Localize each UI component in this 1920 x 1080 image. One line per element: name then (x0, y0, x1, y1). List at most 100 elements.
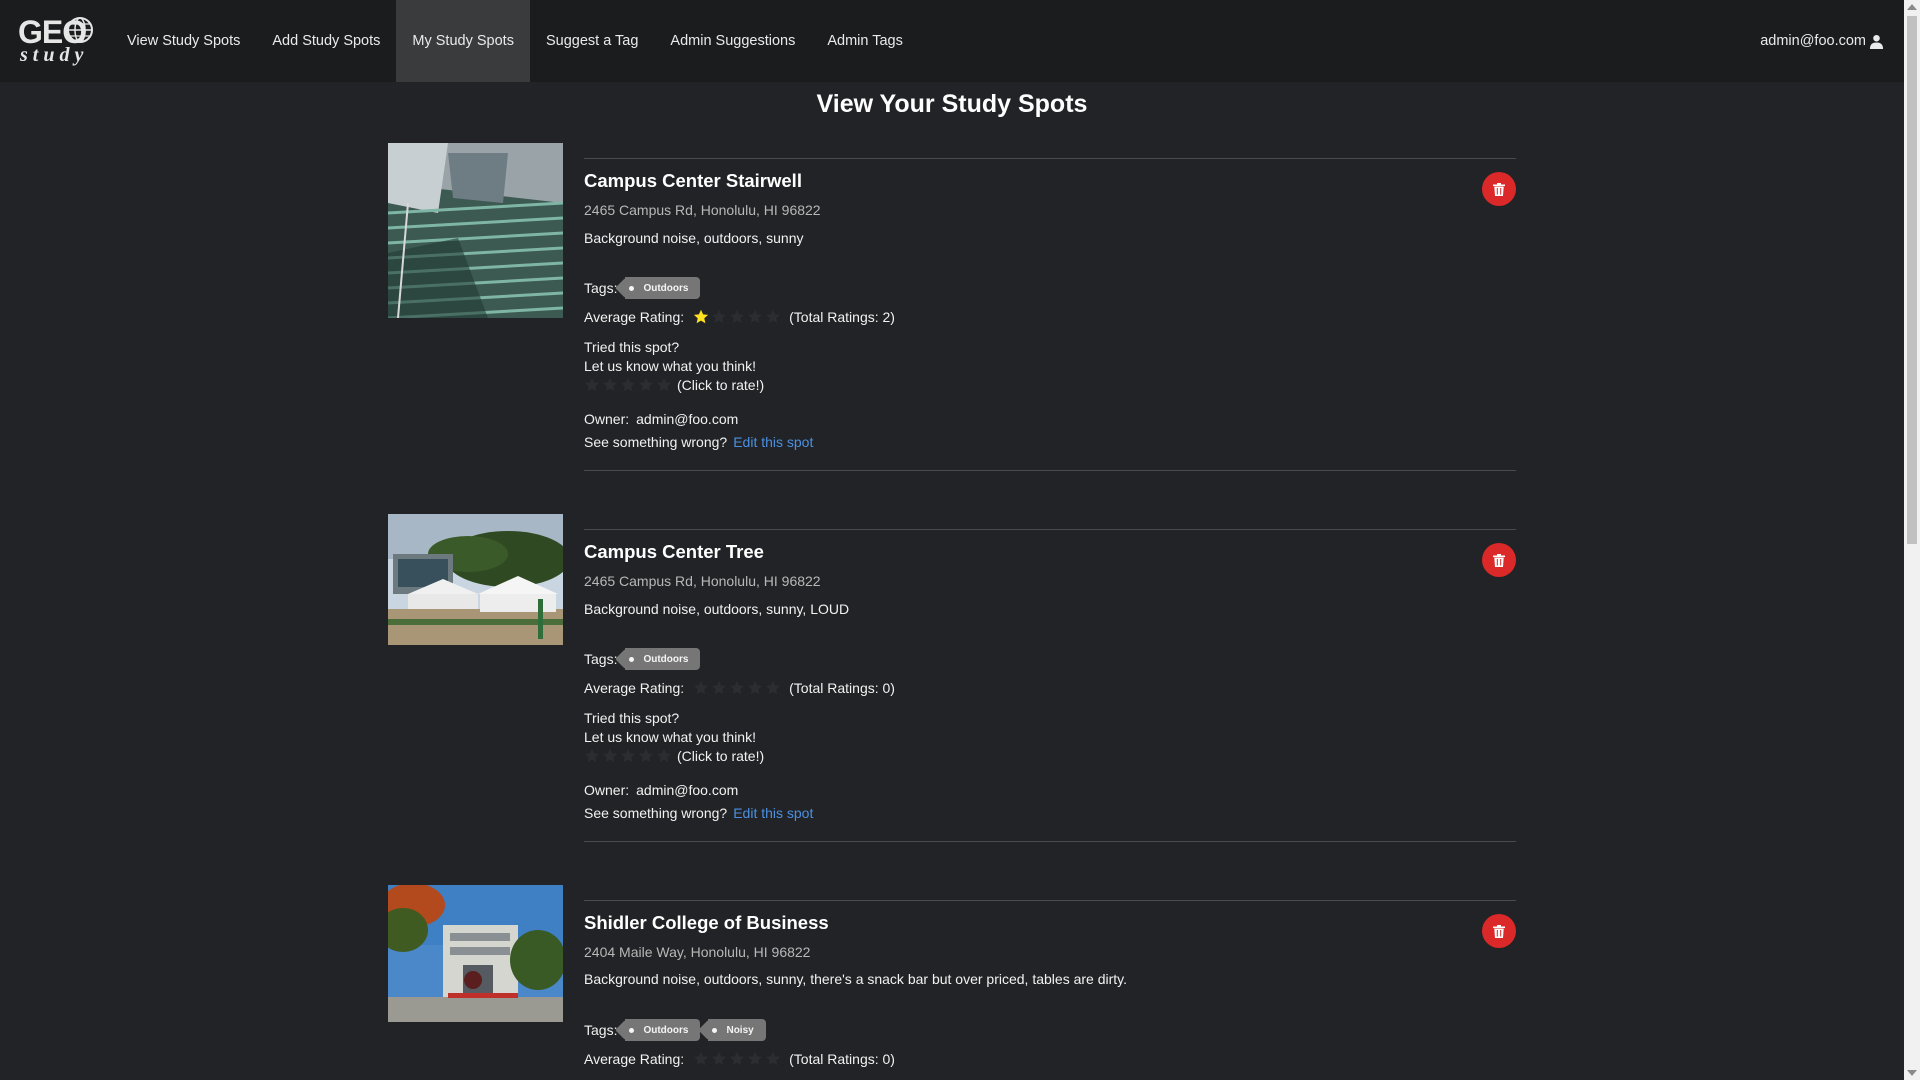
average-rating-label: Average Rating: (584, 680, 685, 696)
tags-label: Tags: (584, 280, 618, 296)
average-rating-row: Average Rating: (Total Ratings: 0) (584, 1051, 895, 1067)
rate-star-icon[interactable] (620, 748, 636, 764)
star-empty-icon (748, 1051, 763, 1066)
tag-label[interactable]: Outdoors (625, 1019, 701, 1041)
tag-label[interactable]: Outdoors (625, 648, 701, 670)
study-spot-card: Shidler College of Business 2404 Maile W… (388, 885, 1516, 1080)
spot-content: Campus Center Stairwell 2465 Campus Rd, … (584, 143, 1516, 473)
spot-content: Campus Center Tree 2465 Campus Rd, Honol… (584, 514, 1516, 844)
spot-name: Campus Center Stairwell (584, 170, 802, 191)
page-title: View Your Study Spots (816, 90, 1088, 118)
star-filled-icon (694, 309, 709, 324)
nav-view-study-spots[interactable]: View Study Spots (111, 0, 256, 82)
spot-tags-row: Tags: Outdoors (584, 648, 701, 670)
nav-admin-suggestions[interactable]: Admin Suggestions (654, 0, 811, 82)
spot-description: Background noise, outdoors, sunny, there… (584, 971, 1128, 987)
star-empty-icon (694, 1051, 709, 1066)
tag-label[interactable]: Outdoors (625, 277, 701, 299)
spot-photo-building (388, 885, 563, 1022)
let-us-know-text: Let us know what you think! (584, 729, 756, 745)
delete-spot-button[interactable] (1482, 172, 1516, 206)
trash-icon (1493, 924, 1505, 938)
owner-label: Owner: (584, 782, 630, 798)
spot-photo-tree (388, 514, 563, 645)
scrollbar-thumb[interactable] (1907, 16, 1917, 544)
tags-label: Tags: (584, 1022, 618, 1038)
nav-my-study-spots[interactable]: My Study Spots (396, 0, 530, 82)
star-empty-icon (712, 680, 727, 695)
spot-content: Shidler College of Business 2404 Maile W… (584, 885, 1516, 1080)
spot-description: Background noise, outdoors, sunny, LOUD (584, 601, 850, 617)
trash-icon (1493, 182, 1505, 196)
nav-add-study-spots[interactable]: Add Study Spots (256, 0, 396, 82)
globe-icon (67, 17, 93, 43)
tag-label[interactable]: Noisy (708, 1019, 766, 1041)
owner-row: Owner: admin@foo.com (584, 411, 738, 427)
user-email: admin@foo.com (1760, 33, 1866, 49)
rate-star-icon[interactable] (656, 377, 672, 393)
owner-label: Owner: (584, 411, 630, 427)
nav-admin-tags[interactable]: Admin Tags (811, 0, 919, 82)
star-empty-icon (712, 309, 727, 324)
owner-row: Owner: admin@foo.com (584, 782, 738, 798)
average-rating-stars (693, 680, 781, 696)
edit-spot-link[interactable]: Edit this spot (733, 805, 813, 821)
average-rating-row: Average Rating: (Total Ratings: 0) (584, 680, 895, 696)
rate-row: (Click to rate!) (584, 748, 764, 764)
edit-spot-link[interactable]: Edit this spot (733, 434, 813, 450)
edit-row: See something wrong? Edit this spot (584, 434, 813, 450)
scroll-down-arrow-icon[interactable] (1907, 1070, 1917, 1076)
star-empty-icon (694, 680, 709, 695)
spot-address: 2465 Campus Rd, Honolulu, HI 96822 (584, 573, 821, 589)
study-spot-card: Campus Center Tree 2465 Campus Rd, Honol… (388, 514, 1516, 844)
page-scrollbar[interactable] (1904, 0, 1920, 1080)
scroll-up-arrow-icon[interactable] (1907, 4, 1917, 10)
star-empty-icon (766, 1051, 781, 1066)
spot-divider (584, 841, 1516, 842)
average-rating-row: Average Rating: (Total Ratings: 2) (584, 309, 895, 325)
spot-description: Background noise, outdoors, sunny (584, 230, 804, 246)
average-rating-label: Average Rating: (584, 1051, 685, 1067)
total-ratings-count: (Total Ratings: 2) (789, 309, 895, 325)
average-rating-stars (693, 309, 781, 325)
average-rating-stars (693, 1051, 781, 1067)
star-empty-icon (730, 680, 745, 695)
rate-star-icon[interactable] (602, 377, 618, 393)
total-ratings-count: (Total Ratings: 0) (789, 680, 895, 696)
tags-label: Tags: (584, 651, 618, 667)
user-dropdown[interactable]: admin@foo.com (1760, 0, 1884, 82)
click-to-rate-text: (Click to rate!) (677, 748, 765, 764)
tried-this-spot-text: Tried this spot? (584, 339, 680, 355)
spot-address: 2404 Maile Way, Honolulu, HI 96822 (584, 944, 811, 960)
star-empty-icon (748, 680, 763, 695)
rate-star-icon[interactable] (620, 377, 636, 393)
see-something-wrong-text: See something wrong? (584, 805, 728, 821)
rate-star-icon[interactable] (638, 377, 654, 393)
nav-suggest-a-tag[interactable]: Suggest a Tag (530, 0, 654, 82)
spot-tags-row: Tags: Outdoors (584, 277, 701, 299)
rate-star-icon[interactable] (602, 748, 618, 764)
rate-star-icon[interactable] (584, 377, 600, 393)
rate-stars-input[interactable] (584, 748, 672, 764)
rate-star-icon[interactable] (638, 748, 654, 764)
rate-star-icon[interactable] (656, 748, 672, 764)
geostudy-logo[interactable]: GEO study (18, 14, 94, 68)
delete-spot-button[interactable] (1482, 914, 1516, 948)
delete-spot-button[interactable] (1482, 543, 1516, 577)
rate-star-icon[interactable] (584, 748, 600, 764)
owner-email: admin@foo.com (636, 782, 739, 798)
see-something-wrong-text: See something wrong? (584, 434, 728, 450)
user-icon (1869, 34, 1884, 49)
let-us-know-text: Let us know what you think! (584, 358, 756, 374)
nav-menu: View Study Spots Add Study Spots My Stud… (111, 0, 919, 82)
rate-stars-input[interactable] (584, 377, 672, 393)
spot-tags-row: Tags: Outdoors Noisy (584, 1019, 766, 1041)
top-navbar: GEO study View Study Spots Add Study Spo… (0, 0, 1904, 82)
tried-this-spot-text: Tried this spot? (584, 710, 680, 726)
star-empty-icon (766, 680, 781, 695)
star-empty-icon (766, 309, 781, 324)
star-empty-icon (748, 309, 763, 324)
star-empty-icon (730, 1051, 745, 1066)
spot-address: 2465 Campus Rd, Honolulu, HI 96822 (584, 202, 821, 218)
logo-text-study: study (20, 44, 89, 66)
